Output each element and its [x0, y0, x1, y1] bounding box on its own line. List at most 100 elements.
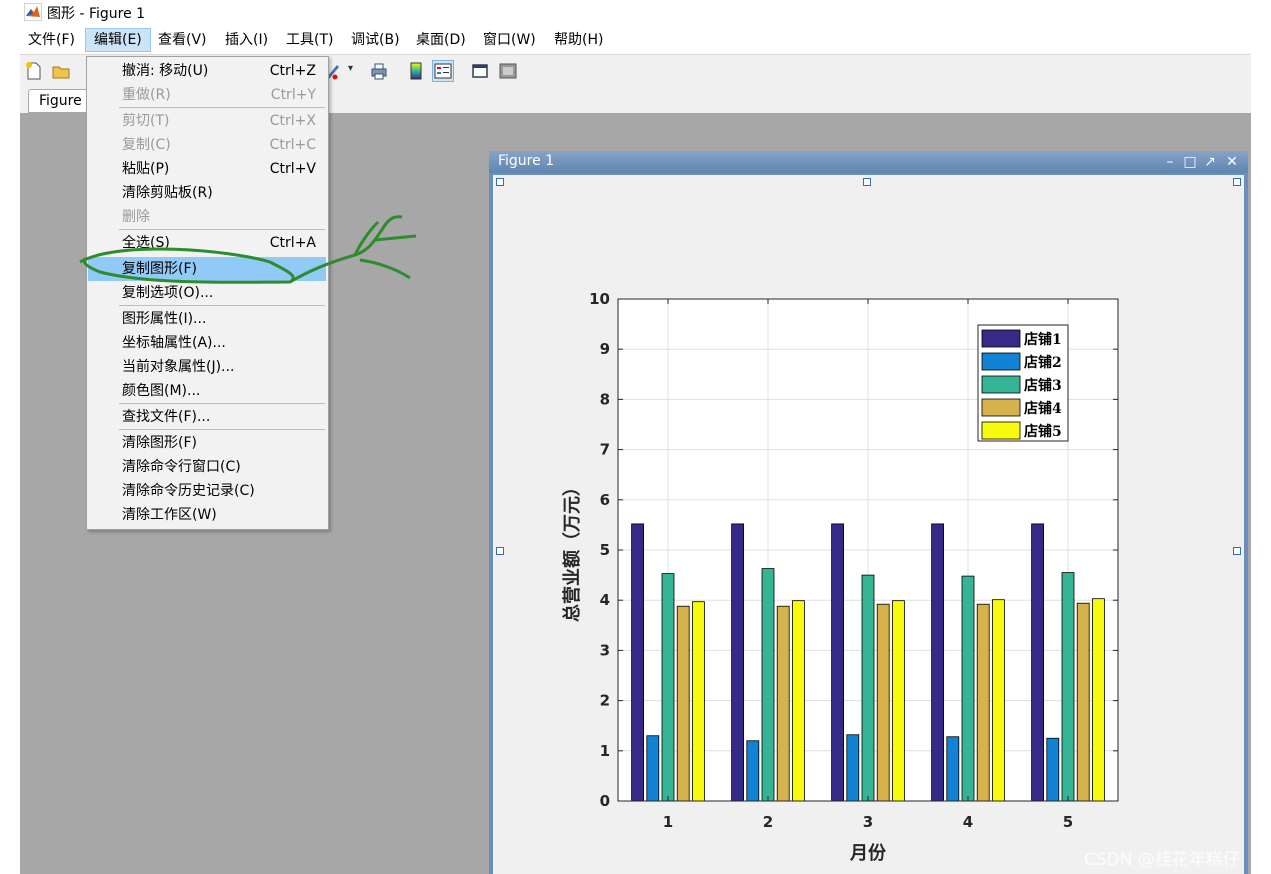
- y-tick-label: 9: [600, 340, 610, 358]
- bar: [831, 523, 845, 802]
- menu-edit[interactable]: 编辑(E): [85, 28, 151, 52]
- new-figure-icon[interactable]: [24, 61, 44, 81]
- menu-item-find-files[interactable]: 查找文件(F)...: [88, 405, 326, 429]
- y-tick-label: 0: [600, 792, 610, 810]
- menu-window[interactable]: 窗口(W): [475, 28, 544, 52]
- hide-plot-tools-icon[interactable]: [470, 61, 490, 81]
- bar: [1046, 737, 1060, 802]
- y-tick-label: 6: [600, 491, 610, 509]
- bar: [776, 605, 790, 802]
- menu-item-copy[interactable]: 复制(C) Ctrl+C: [88, 133, 326, 157]
- menu-item-axes-properties[interactable]: 坐标轴属性(A)...: [88, 331, 326, 355]
- menu-item-clear-workspace[interactable]: 清除工作区(W): [88, 503, 326, 527]
- brush-dropdown-icon[interactable]: ▾: [348, 63, 353, 74]
- bar: [876, 603, 890, 802]
- menu-debug[interactable]: 调试(B): [343, 28, 408, 52]
- bar: [1061, 572, 1075, 802]
- colorbar-icon[interactable]: [406, 61, 426, 81]
- x-tick-label: 3: [863, 813, 873, 831]
- x-tick-label: 1: [663, 813, 673, 831]
- legend-label: 店铺4: [1024, 400, 1062, 417]
- bar: [746, 740, 760, 802]
- bar: [1092, 598, 1105, 802]
- menu-item-figure-properties[interactable]: 图形属性(I)...: [88, 307, 326, 331]
- bar: [946, 736, 960, 802]
- window-title: 图形 - Figure 1: [47, 6, 146, 22]
- menu-separator: [119, 305, 325, 306]
- y-tick-label: 4: [600, 591, 610, 609]
- y-tick-label: 7: [600, 441, 610, 459]
- figure-window: Figure 1 – □ ↗ ✕ 0 1 2 3 4 5 6 7 8 9 10 1 2 3 4 5 月份 总营业额…: [489, 151, 1248, 874]
- y-tick-label: 10: [589, 290, 610, 308]
- x-tick-label: 2: [763, 813, 773, 831]
- undock-icon[interactable]: ↗: [1201, 153, 1219, 171]
- menu-tools[interactable]: 工具(T): [278, 28, 341, 52]
- bar: [976, 603, 990, 802]
- bar: [846, 734, 860, 802]
- menu-item-current-object-properties[interactable]: 当前对象属性(J)...: [88, 355, 326, 379]
- bar: [791, 600, 805, 802]
- menu-separator: [119, 107, 325, 108]
- close-icon[interactable]: ✕: [1223, 153, 1241, 171]
- menu-separator: [119, 429, 325, 430]
- x-tick-label: 4: [963, 813, 973, 831]
- menu-item-clear-figure[interactable]: 清除图形(F): [88, 431, 326, 455]
- y-tick-label: 3: [600, 641, 610, 659]
- bar: [731, 523, 745, 802]
- menu-separator: [119, 229, 325, 230]
- maximize-icon[interactable]: □: [1181, 153, 1199, 171]
- bar: [661, 573, 675, 802]
- bar: [631, 523, 645, 802]
- bar: [691, 601, 705, 802]
- menu-item-cut[interactable]: 剪切(T) Ctrl+X: [88, 109, 326, 133]
- print-icon[interactable]: [369, 61, 389, 81]
- menu-help[interactable]: 帮助(H): [546, 28, 611, 52]
- bar: [1076, 602, 1090, 802]
- menu-bar: 文件(F) 编辑(E) 查看(V) 插入(I) 工具(T) 调试(B) 桌面(D…: [20, 26, 1251, 55]
- menu-item-paste[interactable]: 粘贴(P) Ctrl+V: [88, 157, 326, 181]
- menu-item-colormap[interactable]: 颜色图(M)...: [88, 379, 326, 403]
- bar: [991, 599, 1005, 802]
- menu-desktop[interactable]: 桌面(D): [408, 28, 474, 52]
- bar: [761, 568, 775, 802]
- menu-item-clear-command-window[interactable]: 清除命令行窗口(C): [88, 455, 326, 479]
- menu-insert[interactable]: 插入(I): [217, 28, 276, 52]
- y-tick-label: 5: [600, 541, 610, 559]
- y-axis-label: 总营业额（万元）: [561, 478, 583, 622]
- bar-chart[interactable]: 0 1 2 3 4 5 6 7 8 9 10 1 2 3 4 5 月份 总营业额（万元） 店铺1 店铺2 店铺3 店铺4 店…: [493, 175, 1244, 874]
- figure-canvas[interactable]: 0 1 2 3 4 5 6 7 8 9 10 1 2 3 4 5 月份 总营业额（万元） 店铺1 店铺2 店铺3 店铺4 店…: [493, 175, 1244, 874]
- menu-item-delete[interactable]: 删除: [88, 205, 326, 229]
- menu-file[interactable]: 文件(F): [20, 28, 83, 52]
- menu-separator: [119, 403, 325, 404]
- menu-item-clear-command-history[interactable]: 清除命令历史记录(C): [88, 479, 326, 503]
- watermark: CSDN @桂花年糕仔: [1084, 850, 1240, 870]
- minimize-icon[interactable]: –: [1161, 153, 1179, 171]
- window-title-bar: 图形 - Figure 1: [0, 0, 1271, 26]
- bar: [861, 574, 875, 802]
- x-axis-label: 月份: [849, 842, 887, 864]
- bar: [931, 523, 945, 802]
- legend-swatch: [981, 352, 1021, 371]
- show-plot-tools-icon[interactable]: [498, 61, 518, 81]
- open-file-icon[interactable]: [51, 61, 71, 81]
- y-tick-label: 2: [600, 692, 610, 710]
- menu-item-copy-options[interactable]: 复制选项(O)...: [88, 281, 326, 305]
- bar: [646, 735, 660, 802]
- menu-item-undo[interactable]: 撤消: 移动(U) Ctrl+Z: [88, 59, 326, 83]
- legend-swatch: [981, 398, 1021, 417]
- legend-label: 店铺2: [1024, 354, 1062, 371]
- menu-item-redo[interactable]: 重做(R) Ctrl+Y: [88, 83, 326, 107]
- legend-icon[interactable]: [432, 60, 454, 82]
- menu-item-select-all[interactable]: 全选(S) Ctrl+A: [88, 231, 326, 255]
- bar: [891, 600, 905, 802]
- figure-tab[interactable]: Figure: [28, 89, 93, 113]
- legend-label: 店铺3: [1024, 377, 1062, 394]
- matlab-app-icon: [24, 3, 42, 21]
- menu-item-copy-figure[interactable]: 复制图形(F): [88, 257, 326, 281]
- menu-view[interactable]: 查看(V): [150, 28, 215, 52]
- figure-window-header[interactable]: Figure 1 – □ ↗ ✕: [489, 151, 1248, 173]
- legend-swatch: [981, 375, 1021, 394]
- y-tick-label: 1: [600, 742, 610, 760]
- legend-swatch: [981, 421, 1021, 440]
- menu-item-clear-clipboard[interactable]: 清除剪贴板(R): [88, 181, 326, 205]
